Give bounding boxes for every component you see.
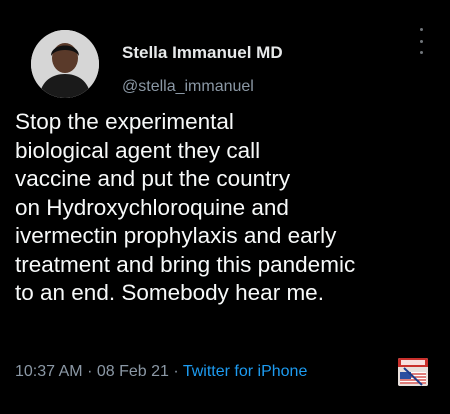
meta-separator: · [173,363,183,380]
more-icon[interactable] [414,28,428,54]
author-names: Stella Immanuel MD @stella_immanuel [122,43,283,97]
tweet-source[interactable]: Twitter for iPhone [183,363,308,380]
tweet-meta: 10:37 AM · 08 Feb 21 · Twitter for iPhon… [15,363,307,381]
flag-badge-icon [398,358,428,386]
avatar-image [31,30,99,98]
display-name[interactable]: Stella Immanuel MD [122,43,283,63]
tweet-text: Stop the experimental biological agent t… [15,109,356,305]
meta-separator: · [87,363,97,380]
tweet-card: Stella Immanuel MD @stella_immanuel Stop… [0,0,450,414]
tweet-header: Stella Immanuel MD @stella_immanuel [16,16,434,98]
tweet-date[interactable]: 08 Feb 21 [97,363,169,380]
avatar[interactable] [31,30,99,98]
handle[interactable]: @stella_immanuel [122,77,283,97]
tweet-time[interactable]: 10:37 AM [15,363,83,380]
